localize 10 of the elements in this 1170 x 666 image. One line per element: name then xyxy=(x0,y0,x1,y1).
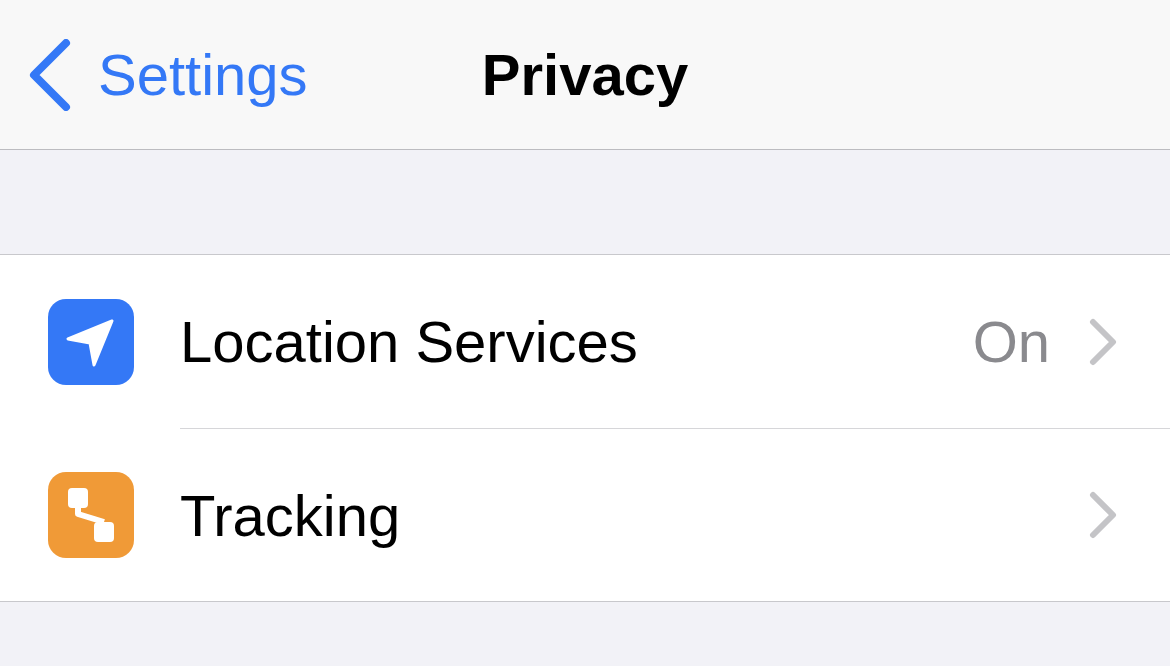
chevron-icon xyxy=(1088,491,1118,539)
row-value: On xyxy=(972,308,1050,375)
settings-row[interactable]: Tracking xyxy=(0,428,1170,601)
row-label: Location Services xyxy=(180,308,639,375)
row-label: Tracking xyxy=(180,481,402,549)
page-title: Privacy xyxy=(481,41,689,108)
back-button[interactable]: Settings xyxy=(0,38,308,111)
settings-row[interactable]: Location Services On xyxy=(0,255,1170,428)
chevron-icon xyxy=(1088,317,1118,366)
back-chevron-icon xyxy=(28,38,72,111)
